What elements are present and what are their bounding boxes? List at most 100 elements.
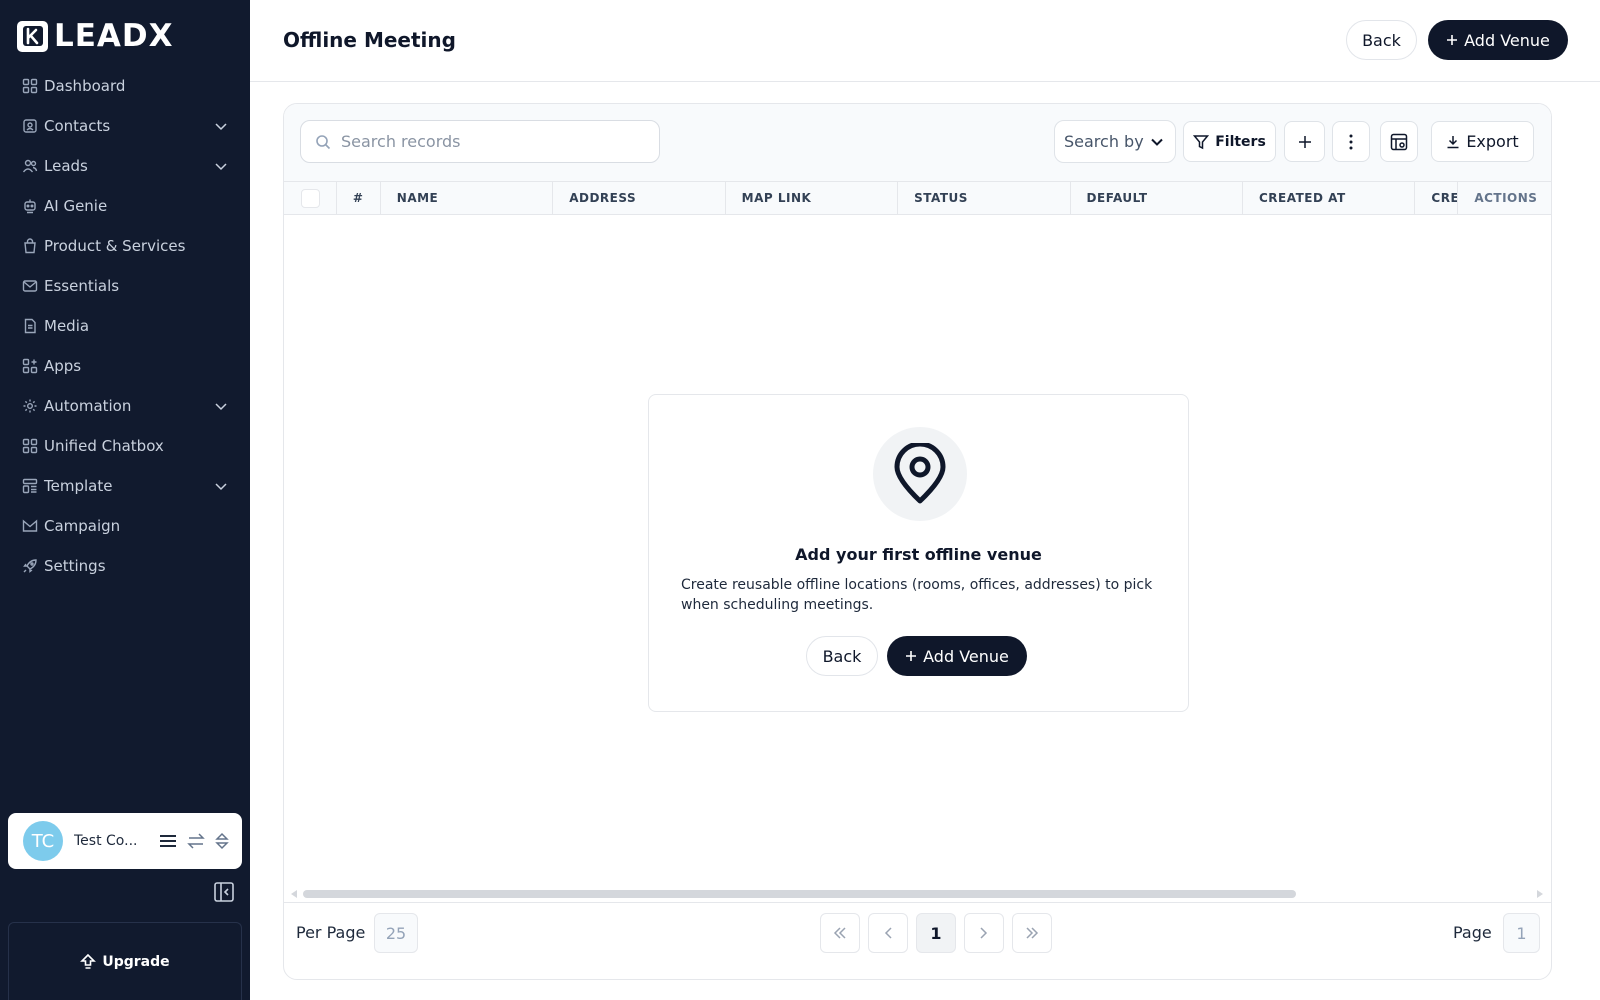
- pagination-bar: Per Page 25 1 Page 1: [284, 902, 1551, 979]
- more-vertical-icon: [1349, 134, 1353, 149]
- search-box[interactable]: [300, 120, 660, 163]
- collapse-sidebar-icon[interactable]: [213, 881, 235, 903]
- filters-button[interactable]: Filters: [1183, 121, 1276, 162]
- column-header-name[interactable]: NAME: [381, 182, 554, 214]
- sidebar-item-contacts[interactable]: Contacts: [0, 106, 250, 146]
- table-settings-button[interactable]: [1380, 121, 1418, 162]
- leads-icon: [22, 159, 38, 173]
- upgrade-label: Upgrade: [102, 953, 170, 970]
- sidebar-item-label: AI Genie: [44, 197, 108, 215]
- header-add-venue-button[interactable]: Add Venue: [1428, 20, 1568, 60]
- venues-table-card: Search by Filters Export # NAME ADDRESS …: [283, 103, 1552, 980]
- add-column-button[interactable]: [1284, 121, 1325, 162]
- chatbox-grid-icon: [22, 438, 38, 454]
- table-header: # NAME ADDRESS MAP LINK STATUS DEFAULT C…: [284, 181, 1551, 215]
- brand-name: LEADX: [54, 18, 174, 54]
- plus-icon: [1298, 135, 1311, 148]
- chevron-down-icon: [215, 163, 227, 171]
- chevron-right-icon: [980, 927, 988, 939]
- dashboard-grid-icon: [22, 78, 38, 94]
- search-by-select[interactable]: Search by: [1054, 120, 1176, 163]
- page-input[interactable]: 1: [1503, 913, 1540, 953]
- export-button[interactable]: Export: [1431, 121, 1534, 162]
- export-label: Export: [1466, 132, 1519, 151]
- sidebar-item-label: Dashboard: [44, 77, 126, 95]
- rocket-icon: [23, 559, 37, 573]
- template-icon: [22, 478, 38, 494]
- select-all-cell: [284, 182, 337, 214]
- column-header-map-link[interactable]: MAP LINK: [726, 182, 899, 214]
- column-header-status[interactable]: STATUS: [898, 182, 1071, 214]
- sidebar-item-label: Leads: [44, 157, 88, 175]
- sidebar-item-automation[interactable]: Automation: [0, 386, 250, 426]
- empty-state: Add your first offline venue Create reus…: [648, 394, 1189, 712]
- sidebar-item-ai-genie[interactable]: AI Genie: [0, 186, 250, 226]
- logo-mark-icon: [17, 20, 48, 52]
- sidebar-item-unified-chatbox[interactable]: Unified Chatbox: [0, 426, 250, 466]
- brand-logo[interactable]: LEADX: [17, 19, 174, 53]
- sidebar-item-dashboard[interactable]: Dashboard: [0, 66, 250, 106]
- more-options-button[interactable]: [1332, 121, 1370, 162]
- scroll-right-icon: [1537, 890, 1543, 898]
- empty-back-button[interactable]: Back: [806, 636, 878, 676]
- sidebar-item-campaign[interactable]: Campaign: [0, 506, 250, 546]
- add-venue-label: Add Venue: [1464, 30, 1550, 50]
- sidebar-item-essentials[interactable]: Essentials: [0, 266, 250, 306]
- column-header-created-by[interactable]: CRE: [1415, 182, 1457, 214]
- sidebar-item-label: Contacts: [44, 117, 111, 135]
- user-name: Test Co...: [74, 833, 138, 849]
- horizontal-scrollbar[interactable]: [284, 886, 1551, 900]
- column-header-address[interactable]: ADDRESS: [553, 182, 726, 214]
- column-header-default[interactable]: DEFAULT: [1071, 182, 1243, 214]
- previous-page-button[interactable]: [868, 913, 908, 953]
- column-header-actions: ACTIONS: [1457, 182, 1551, 214]
- sidebar-item-template[interactable]: Template: [0, 466, 250, 506]
- page-title: Offline Meeting: [283, 28, 456, 52]
- empty-state-illustration: [873, 427, 967, 521]
- last-page-button[interactable]: [1012, 913, 1052, 953]
- sidebar-item-product-services[interactable]: Product & Services: [0, 226, 250, 266]
- page-label: Page: [1453, 923, 1492, 942]
- avatar: TC: [23, 821, 63, 861]
- header-back-button[interactable]: Back: [1346, 20, 1417, 60]
- per-page-select[interactable]: 25: [374, 913, 418, 953]
- scrollbar-thumb[interactable]: [303, 890, 1296, 898]
- next-page-button[interactable]: [964, 913, 1004, 953]
- chevron-up-down-icon[interactable]: [214, 831, 230, 851]
- sidebar-item-label: Template: [44, 477, 113, 495]
- automation-gear-icon: [23, 399, 37, 413]
- user-switcher[interactable]: TC Test Co...: [8, 813, 242, 869]
- first-page-button[interactable]: [820, 913, 860, 953]
- table-toolbar: Search by Filters Export: [284, 104, 1551, 181]
- mail-icon: [22, 280, 38, 292]
- upgrade-arrow-icon: [80, 953, 97, 969]
- column-header-created-at[interactable]: CREATED AT: [1243, 182, 1416, 214]
- search-input[interactable]: [341, 132, 641, 151]
- shopping-bag-icon: [24, 238, 36, 254]
- search-icon: [316, 134, 331, 149]
- select-all-checkbox[interactable]: [301, 188, 320, 208]
- sidebar: LEADX Dashboard Contacts Leads AI Genie …: [0, 0, 250, 1000]
- column-header-index[interactable]: #: [337, 182, 381, 214]
- empty-add-venue-button[interactable]: Add Venue: [887, 636, 1027, 676]
- back-label: Back: [822, 646, 862, 666]
- sidebar-item-label: Product & Services: [44, 237, 186, 255]
- switch-arrows-icon[interactable]: [186, 831, 206, 851]
- sidebar-item-label: Unified Chatbox: [44, 437, 164, 455]
- upgrade-button[interactable]: Upgrade: [8, 922, 242, 1000]
- chevron-down-icon: [215, 483, 227, 491]
- sidebar-item-settings[interactable]: Settings: [0, 546, 250, 586]
- sidebar-item-apps[interactable]: Apps: [0, 346, 250, 386]
- page-number-button[interactable]: 1: [916, 913, 956, 953]
- sidebar-item-leads[interactable]: Leads: [0, 146, 250, 186]
- sidebar-item-media[interactable]: Media: [0, 306, 250, 346]
- map-pin-icon: [894, 443, 946, 504]
- filter-icon: [1193, 134, 1210, 149]
- search-by-label: Search by: [1064, 132, 1144, 151]
- back-label: Back: [1362, 30, 1401, 50]
- chevron-down-icon: [215, 403, 227, 411]
- apps-icon: [22, 358, 38, 374]
- menu-icon[interactable]: [158, 831, 178, 851]
- plus-icon: [906, 651, 917, 661]
- sidebar-item-label: Media: [44, 317, 90, 335]
